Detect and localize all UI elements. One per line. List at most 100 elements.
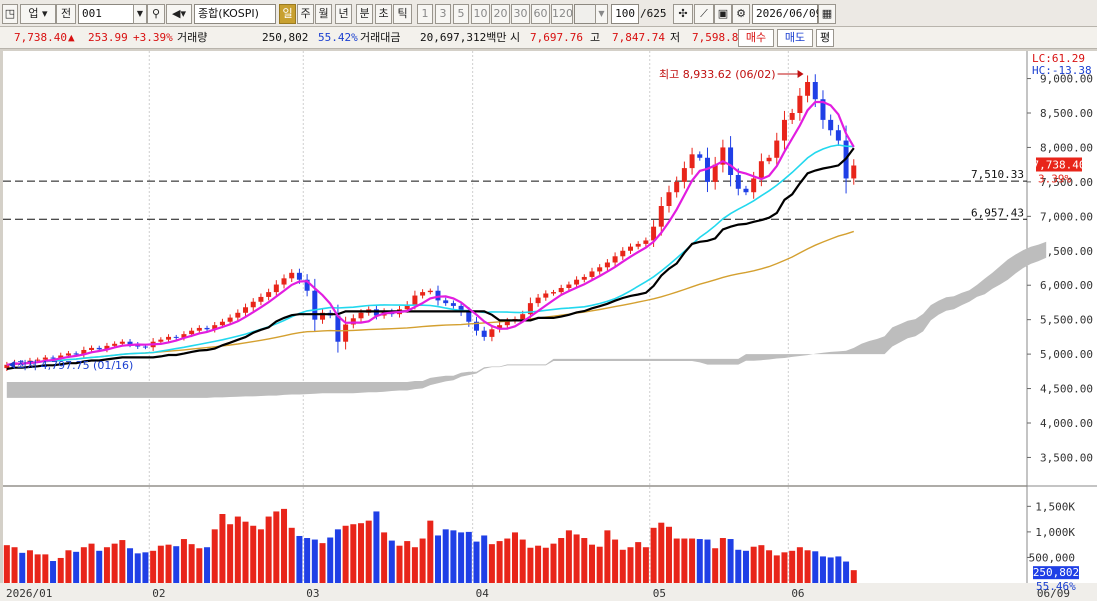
y-tick-label: 6,000.00: [1040, 279, 1093, 292]
volume-bar: [504, 538, 511, 583]
current-price: 7,738.40: [14, 31, 67, 44]
top-toolbar: ◳ 업 ▾ 전 001 ▼ ⚲ ◀▾ 종합(KOSPI) 일 주 월 년 분 초…: [0, 0, 1097, 27]
candle-up: [65, 353, 71, 356]
interval-30-button[interactable]: 30: [511, 4, 530, 24]
window-toggle-icon[interactable]: ◳: [2, 4, 18, 24]
open-value: 7,697.76: [530, 31, 583, 44]
period-second-button[interactable]: 초: [375, 4, 392, 24]
volume-bar: [796, 547, 803, 583]
save-icon[interactable]: ▣: [714, 4, 732, 24]
up-arrow-icon: ▲: [68, 31, 75, 44]
chart-tool-icon[interactable]: ✣: [673, 4, 693, 24]
amount-label: 거래대금: [360, 31, 401, 44]
y-tick-label: 4,500.00: [1040, 383, 1093, 396]
market-selector[interactable]: 업 ▾: [20, 4, 56, 24]
volume-bar: [80, 547, 87, 583]
volume-bar: [481, 535, 488, 583]
candle-down: [481, 330, 487, 337]
volume-bar: [96, 550, 103, 583]
count-input[interactable]: 100: [611, 4, 639, 24]
volume-bar: [57, 557, 64, 583]
volume-bar: [157, 545, 164, 583]
interval-120-button[interactable]: 120: [551, 4, 573, 24]
volume-bar: [496, 541, 503, 583]
candle-up: [766, 157, 772, 162]
y-tick-label: 4,000.00: [1040, 417, 1093, 430]
eval-button[interactable]: 평: [816, 29, 834, 47]
volume-bar: [142, 552, 149, 583]
current-volume-tag-text: 250,802: [1033, 566, 1079, 579]
interval-custom-field[interactable]: [574, 4, 596, 24]
period-month-button[interactable]: 월: [315, 4, 332, 24]
volume-bar: [835, 556, 842, 583]
candle-up: [797, 95, 803, 113]
change-percent: +3.39%: [133, 31, 173, 44]
volume-bar: [673, 538, 680, 583]
volume-bar: [573, 534, 580, 583]
volume-bar: [512, 532, 518, 583]
interval-1-button[interactable]: 1: [417, 4, 433, 24]
candle-up: [412, 295, 418, 305]
volume-bar: [789, 550, 796, 583]
volume-bar: [242, 521, 249, 583]
volume-bar: [781, 552, 788, 583]
code-input[interactable]: 001: [78, 4, 134, 24]
candle-up: [427, 290, 433, 293]
volume-bar: [635, 542, 642, 583]
period-tick-button[interactable]: 틱: [393, 4, 412, 24]
market-label: 업: [28, 7, 39, 20]
indicator-icon[interactable]: ⟋: [694, 4, 714, 24]
candle-up: [166, 336, 172, 340]
candle-up: [520, 314, 526, 319]
date-input[interactable]: 2026/06/09: [752, 4, 822, 24]
speaker-icon[interactable]: ◀▾: [166, 4, 192, 24]
volume-bar: [388, 540, 395, 583]
candle-down: [173, 336, 179, 338]
volume-bar: [127, 548, 134, 583]
candle-up: [420, 292, 426, 296]
period-week-button[interactable]: 주: [297, 4, 314, 24]
volume-bar: [712, 548, 719, 583]
volume-bar: [234, 516, 241, 583]
candle-up: [235, 312, 241, 318]
candle-down: [466, 312, 472, 322]
volume-bar: [627, 547, 634, 583]
code-dropdown-icon[interactable]: ▼: [133, 4, 147, 24]
volume-bar: [65, 550, 72, 583]
candle-up: [119, 341, 125, 344]
interval-5-button[interactable]: 5: [453, 4, 469, 24]
period-year-button[interactable]: 년: [335, 4, 352, 24]
volume-bar: [165, 544, 172, 583]
price-panel: [3, 51, 1027, 485]
volume-bar: [819, 556, 826, 583]
volume-bar: [427, 520, 434, 583]
buy-button[interactable]: 매수: [738, 29, 774, 47]
period-minute-button[interactable]: 분: [356, 4, 373, 24]
interval-20-button[interactable]: 20: [491, 4, 510, 24]
interval-3-button[interactable]: 3: [435, 4, 451, 24]
sell-button[interactable]: 매도: [777, 29, 813, 47]
volume-bar: [650, 527, 657, 583]
chart-area[interactable]: 9,000.008,500.008,000.007,500.007,000.00…: [0, 50, 1097, 601]
current-price-tag-text: 7,738.40: [1033, 158, 1086, 171]
candle-up: [589, 271, 595, 277]
candle-up: [635, 243, 641, 247]
interval-10-button[interactable]: 10: [471, 4, 490, 24]
candle-down: [335, 315, 341, 342]
interval-dropdown-icon[interactable]: ▼: [595, 4, 608, 24]
y-tick-label: 3,500.00: [1040, 451, 1093, 464]
calendar-icon[interactable]: ▦: [818, 4, 836, 24]
low-label: 저: [670, 31, 681, 44]
interval-60-button[interactable]: 60: [531, 4, 550, 24]
candle-up: [666, 192, 672, 206]
low-annotation: 최저 4,797.75 (01/16): [17, 359, 134, 372]
candle-up: [558, 287, 564, 293]
market-type-button[interactable]: 전: [56, 4, 76, 24]
candle-down: [812, 82, 818, 100]
volume-bar: [435, 535, 442, 583]
gear-icon[interactable]: ⚙: [732, 4, 750, 24]
candle-up: [612, 256, 618, 263]
search-icon[interactable]: ⚲: [147, 4, 165, 24]
volume-bar: [50, 561, 57, 583]
period-day-button[interactable]: 일: [279, 4, 296, 24]
